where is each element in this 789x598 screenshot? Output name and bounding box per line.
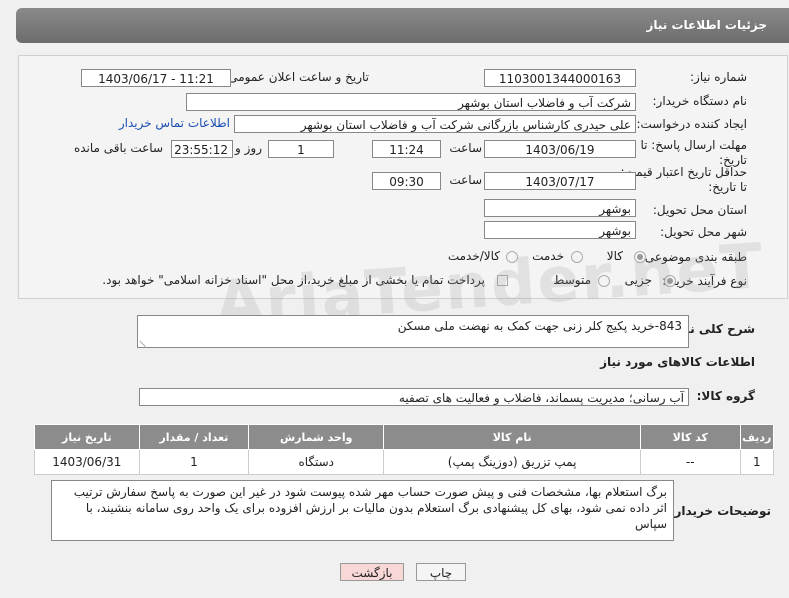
back-button[interactable]: بازگشت (340, 563, 404, 581)
validity-date-field: 1403/07/17 (484, 172, 636, 190)
cell-qty: 1 (138, 449, 250, 475)
col-unit: واحد شمارش (248, 424, 385, 450)
goods-group-label: گروه کالا: (696, 389, 755, 403)
cell-row: 1 (739, 449, 775, 475)
deadline-date-field: 1403/06/19 (484, 140, 636, 158)
resize-grip-icon[interactable] (139, 334, 152, 347)
print-button[interactable]: چاپ (416, 563, 466, 581)
days-field: 1 (268, 140, 334, 158)
cell-unit: دستگاه (248, 449, 385, 475)
col-date: تاریخ نیاز (34, 424, 140, 450)
page-title: جزئیات اطلاعات نیاز (646, 18, 767, 32)
province-label: استان محل تحویل: (652, 203, 747, 217)
need-number-field: 1103001344000163 (484, 69, 636, 87)
buyer-notes-text: برگ استعلام بها، مشخصات فنی و پیش صورت ح… (73, 485, 667, 531)
col-code: کد کالا (640, 424, 741, 450)
validity-label: حداقل تاریخ اعتبار قیمت: تا تاریخ: (620, 165, 747, 194)
validity-time-field: 09:30 (372, 172, 441, 190)
days-label: روز و (235, 141, 262, 155)
buyer-org-label: نام دستگاه خریدار: (652, 94, 748, 108)
page-header: جزئیات اطلاعات نیاز (16, 8, 789, 43)
need-number-label: شماره نیاز: (690, 70, 747, 84)
creator-label: ایجاد کننده درخواست: (636, 117, 747, 131)
buyer-notes-field: برگ استعلام بها، مشخصات فنی و پیش صورت ح… (51, 480, 674, 541)
col-name: نام کالا (383, 424, 642, 450)
announce-field: 1403/06/17 - 11:21 (81, 69, 231, 87)
validity-time-label: ساعت (449, 173, 482, 187)
table-row: 1 -- پمپ تزریق (دوزینگ پمپ) دستگاه 1 140… (34, 449, 775, 475)
col-row: ردیف (739, 424, 775, 450)
cell-date: 1403/06/31 (34, 449, 140, 475)
cell-code: -- (640, 449, 741, 475)
col-qty: تعداد / مقدار (138, 424, 250, 450)
deadline-label: مهلت ارسال پاسخ: تا تاریخ: (640, 138, 747, 167)
buyer-org-field: شرکت آب و فاضلاب استان بوشهر (186, 93, 636, 111)
contact-info-link[interactable]: اطلاعات تماس خریدار (119, 116, 230, 130)
goods-group-field: آب رسانی؛ مدیریت پسماند، فاضلاب و فعالیت… (139, 388, 689, 406)
announce-label: تاریخ و ساعت اعلان عمومی: (224, 70, 369, 84)
description-field: 843-خرید پکیج کلر زنی جهت کمک به نهضت مل… (137, 315, 689, 348)
remaining-label: ساعت باقی مانده (73, 141, 163, 155)
buyer-notes-label: توضیحات خریدار: (669, 504, 771, 518)
city-field: بوشهر (484, 221, 636, 239)
remaining-time-field: 23:55:12 (171, 140, 233, 158)
deadline-time-field: 11:24 (372, 140, 441, 158)
cell-name: پمپ تزریق (دوزینگ پمپ) (383, 449, 642, 475)
goods-table: ردیف کد کالا نام کالا واحد شمارش تعداد /… (34, 424, 775, 475)
goods-table-header: ردیف کد کالا نام کالا واحد شمارش تعداد /… (34, 424, 775, 450)
description-text: 843-خرید پکیج کلر زنی جهت کمک به نهضت مل… (397, 319, 682, 333)
goods-section-title: اطلاعات کالاهای مورد نیاز (600, 355, 755, 369)
creator-field: علی حیدری کارشناس بازرگانی شرکت آب و فاض… (234, 115, 636, 133)
deadline-time-label: ساعت (449, 141, 482, 155)
province-field: بوشهر (484, 199, 636, 217)
